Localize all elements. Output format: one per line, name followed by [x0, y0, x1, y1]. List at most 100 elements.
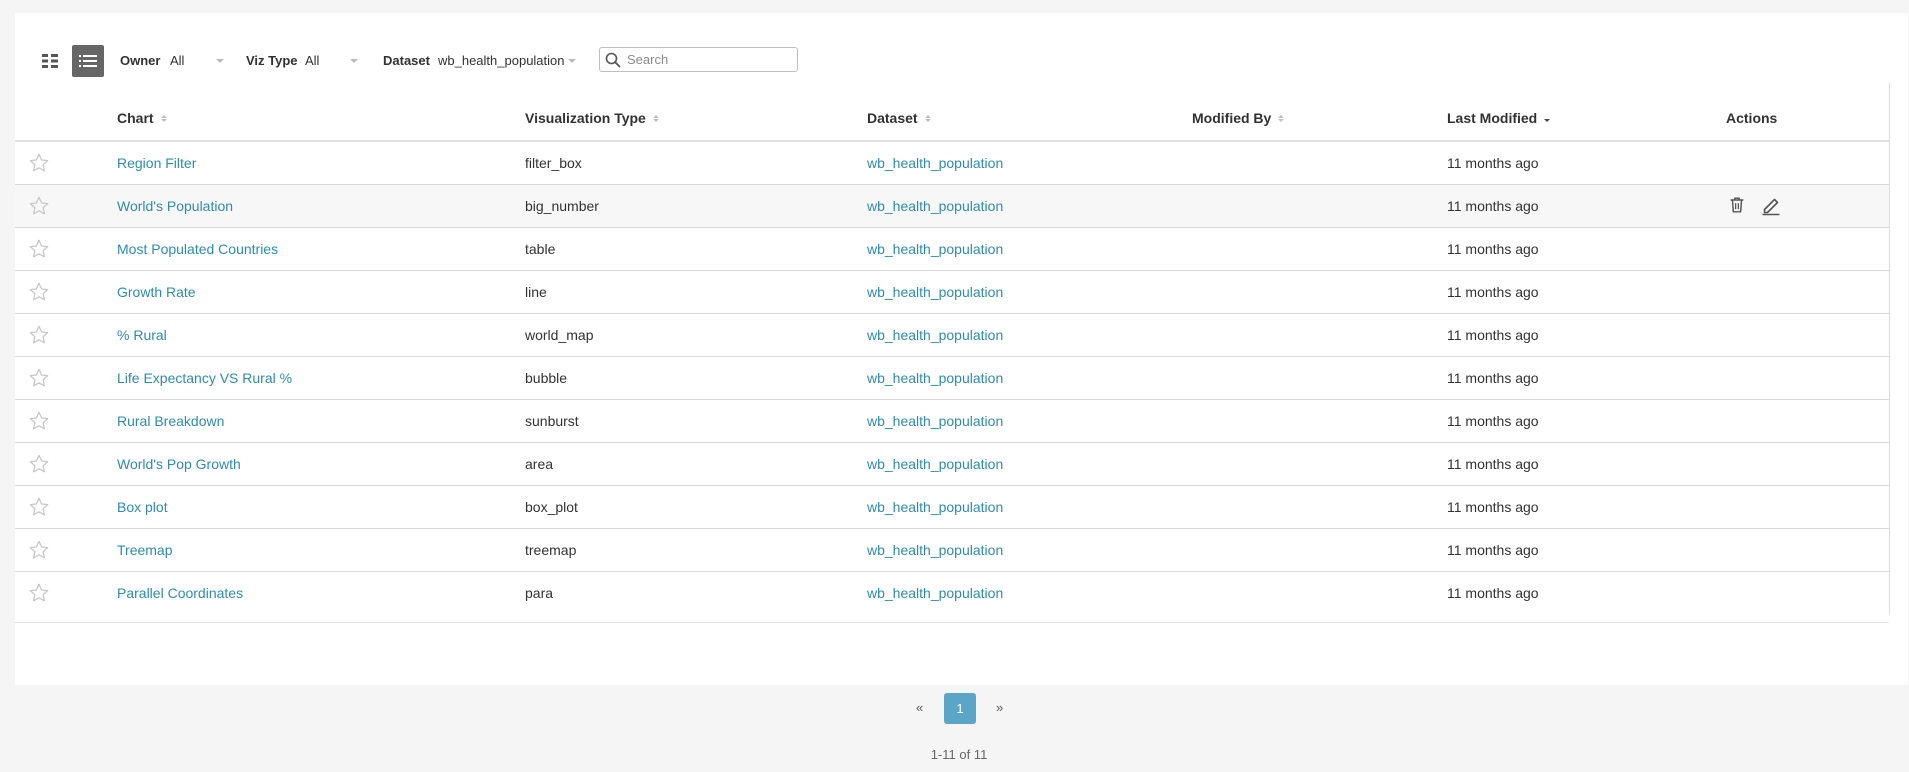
previous-page-button[interactable]: «: [916, 700, 923, 715]
column-header-label: Chart: [117, 110, 154, 126]
grid-icon: [42, 54, 58, 68]
star-icon[interactable]: [28, 238, 50, 260]
viz-type-cell: line: [525, 284, 547, 300]
chart-name-link[interactable]: Life Expectancy VS Rural %: [117, 370, 292, 386]
dataset-link[interactable]: wb_health_population: [867, 284, 1003, 300]
chevron-down-icon: [350, 58, 359, 63]
star-icon[interactable]: [28, 367, 50, 389]
dataset-filter-select[interactable]: wb_health_population: [438, 53, 576, 68]
page-button-current[interactable]: 1: [944, 693, 976, 724]
table-row: Parallel Coordinates para wb_health_popula…: [15, 572, 1889, 615]
column-header-chart[interactable]: Chart: [117, 110, 167, 126]
last-modified-cell: 11 months ago: [1447, 456, 1539, 472]
table-row: Box plot box_plot wb_health_population 11 m…: [15, 486, 1889, 529]
star-icon[interactable]: [28, 539, 50, 561]
last-modified-cell: 11 months ago: [1447, 370, 1539, 386]
star-icon[interactable]: [28, 410, 50, 432]
last-modified-cell: 11 months ago: [1447, 241, 1539, 257]
viz-type-cell: table: [525, 241, 556, 257]
column-header-label: Actions: [1726, 110, 1778, 126]
chart-name-link[interactable]: Treemap: [117, 542, 173, 558]
chart-name-link[interactable]: Rural Breakdown: [117, 413, 224, 429]
last-modified-cell: 11 months ago: [1447, 155, 1539, 171]
chart-name-link[interactable]: Growth Rate: [117, 284, 196, 300]
dataset-link[interactable]: wb_health_population: [867, 241, 1003, 257]
dataset-link[interactable]: wb_health_population: [867, 327, 1003, 343]
dataset-link[interactable]: wb_health_population: [867, 198, 1003, 214]
last-modified-cell: 11 months ago: [1447, 413, 1539, 429]
chart-name-link[interactable]: Box plot: [117, 499, 168, 515]
viz-type-cell: filter_box: [525, 155, 582, 171]
chart-name-link[interactable]: World's Pop Growth: [117, 456, 241, 472]
table-row: % Rural world_map wb_health_population 11 m…: [15, 314, 1889, 357]
table-row: Growth Rate line wb_health_population 11 mo…: [15, 271, 1889, 314]
table-row: Rural Breakdown sunburst wb_health_populat…: [15, 400, 1889, 443]
pagination: « 1 »: [0, 690, 1909, 724]
table-row: World's Population big_number wb_health_po…: [15, 185, 1889, 228]
star-icon[interactable]: [28, 453, 50, 475]
viz-type-cell: treemap: [525, 542, 577, 558]
owner-filter-value: All: [170, 53, 185, 68]
dataset-link[interactable]: wb_health_population: [867, 585, 1003, 601]
card-view-button[interactable]: [34, 45, 66, 77]
chart-table: Chart Visualization Type Dataset Modifie…: [15, 85, 1889, 623]
star-icon[interactable]: [28, 281, 50, 303]
owner-filter-select[interactable]: All: [170, 53, 225, 68]
table-header: Chart Visualization Type Dataset Modifie…: [15, 100, 1889, 142]
viztype-filter-select[interactable]: All: [305, 53, 359, 68]
star-icon[interactable]: [28, 582, 50, 604]
dataset-link[interactable]: wb_health_population: [867, 542, 1003, 558]
scrollbar[interactable]: [1889, 83, 1890, 615]
dataset-filter-value: wb_health_population: [438, 53, 565, 68]
dataset-link[interactable]: wb_health_population: [867, 456, 1003, 472]
dataset-link[interactable]: wb_health_population: [867, 155, 1003, 171]
chart-name-link[interactable]: % Rural: [117, 327, 167, 343]
dataset-link[interactable]: wb_health_population: [867, 370, 1003, 386]
column-header-actions: Actions: [1726, 110, 1777, 126]
last-modified-cell: 11 months ago: [1447, 499, 1539, 515]
chart-name-link[interactable]: Most Populated Countries: [117, 241, 278, 257]
next-page-button[interactable]: »: [996, 700, 1003, 715]
sort-desc-icon: [1544, 115, 1551, 122]
star-icon[interactable]: [28, 496, 50, 518]
dataset-filter-label: Dataset: [383, 53, 430, 68]
list-view-button[interactable]: [72, 45, 104, 77]
viz-type-cell: world_map: [525, 327, 594, 343]
chart-name-link[interactable]: Region Filter: [117, 155, 196, 171]
star-icon[interactable]: [28, 324, 50, 346]
star-icon[interactable]: [28, 195, 50, 217]
dataset-link[interactable]: wb_health_population: [867, 499, 1003, 515]
sort-icon: [652, 114, 659, 122]
viz-type-cell: para: [525, 585, 554, 601]
search-box[interactable]: [599, 47, 798, 72]
chart-name-link[interactable]: Parallel Coordinates: [117, 585, 243, 601]
row-actions: [1726, 194, 1782, 216]
column-header-last-modified[interactable]: Last Modified: [1447, 110, 1551, 126]
dataset-link[interactable]: wb_health_population: [867, 413, 1003, 429]
column-header-label: Dataset: [867, 110, 918, 126]
trash-icon[interactable]: [1726, 194, 1748, 216]
pencil-icon[interactable]: [1760, 194, 1782, 216]
column-header-modified-by[interactable]: Modified By: [1192, 110, 1285, 126]
column-header-label: Visualization Type: [525, 110, 646, 126]
chart-name-link[interactable]: World's Population: [117, 198, 233, 214]
chart-list-panel: Owner All Viz Type All Dataset wb_health…: [15, 13, 1908, 685]
last-modified-cell: 11 months ago: [1447, 198, 1539, 214]
viz-type-cell: bubble: [525, 370, 568, 386]
search-icon: [605, 52, 621, 67]
viz-type-cell: area: [525, 456, 554, 472]
table-row: World's Pop Growth area wb_health_populati…: [15, 443, 1889, 486]
table-row: Treemap treemap wb_health_population 11 mon…: [15, 529, 1889, 572]
search-input[interactable]: [625, 51, 789, 68]
sort-icon: [1278, 114, 1285, 122]
sort-icon: [924, 114, 931, 122]
star-icon[interactable]: [28, 152, 50, 174]
viz-type-cell: big_number: [525, 198, 599, 214]
column-header-visualization-type[interactable]: Visualization Type: [525, 110, 659, 126]
viz-type-cell: sunburst: [525, 413, 579, 429]
column-header-dataset[interactable]: Dataset: [867, 110, 931, 126]
table-body: Region Filter filter_box wb_health_populat…: [15, 142, 1889, 615]
column-header-label: Modified By: [1192, 110, 1272, 126]
last-modified-cell: 11 months ago: [1447, 284, 1539, 300]
last-modified-cell: 11 months ago: [1447, 327, 1539, 343]
